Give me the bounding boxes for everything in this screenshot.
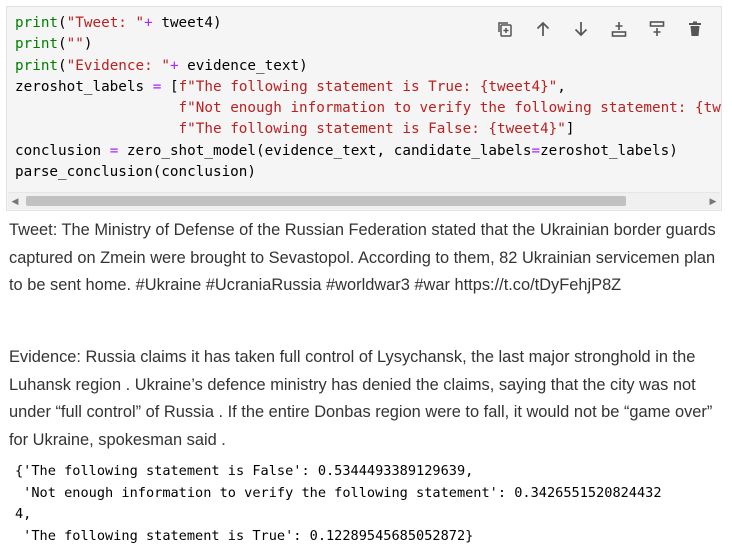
code-token: + (169, 57, 179, 74)
scroll-left-icon[interactable]: ◀ (8, 193, 22, 209)
code-line: parse_conclusion(conclusion) (15, 162, 721, 183)
evidence-output: Evidence: Russia claims it has taken ful… (9, 348, 713, 449)
insert-above-button[interactable] (605, 15, 633, 43)
code-token: [ (161, 78, 179, 95)
code-token: , (557, 78, 566, 95)
move-down-icon (574, 22, 588, 37)
code-token: zeroshot_labels (15, 78, 153, 95)
code-token: f"Not enough information to verify the f… (178, 100, 722, 117)
code-token: print (15, 15, 59, 31)
move-up-button[interactable] (529, 15, 557, 43)
tweet-output: Tweet: The Ministry of Defense of the Ru… (9, 221, 716, 294)
code-token: evidence_text) (178, 57, 308, 74)
insert-below-button[interactable] (643, 15, 671, 43)
code-token: zero_shot_model(evidence_text, candidate… (118, 142, 532, 159)
code-line: print("Evidence: "+ evidence_text) (15, 56, 721, 77)
result-line: 'Not enough information to verify the fo… (15, 484, 662, 501)
move-up-icon (536, 21, 550, 36)
cell-toolbar (483, 15, 709, 43)
code-token: f"The following statement is False: {twe… (178, 121, 566, 138)
code-line: zeroshot_labels = [f"The following state… (15, 77, 721, 98)
code-token: + (144, 15, 153, 31)
horizontal-scrollbar[interactable]: ◀ ▶ (8, 192, 720, 209)
duplicate-button[interactable] (491, 15, 519, 43)
code-token: "Tweet: " (66, 15, 145, 31)
result-line: 'The following statement is True': 0.122… (15, 527, 474, 544)
code-token: f"The following statement is True: {twee… (178, 78, 558, 95)
code-token: ] (565, 121, 575, 138)
delete-icon (689, 21, 701, 36)
code-token: parse_conclusion(conclusion) (15, 164, 257, 181)
code-token: conclusion (15, 142, 110, 159)
insert-below-icon (649, 21, 665, 36)
scroll-right-icon[interactable]: ▶ (706, 193, 720, 209)
code-token: zeroshot_labels) (540, 142, 678, 159)
code-token: ) (83, 36, 93, 53)
move-down-button[interactable] (567, 15, 595, 43)
insert-above-icon (611, 22, 627, 37)
code-token: print (15, 57, 59, 74)
code-token: = (109, 142, 119, 159)
result-line: {'The following statement is False': 0.5… (15, 463, 474, 479)
code-line: conclusion = zero_shot_model(evidence_te… (15, 141, 721, 162)
code-token: tweet4) (152, 15, 222, 31)
code-token: ( (58, 15, 67, 31)
code-token: ( (58, 36, 67, 53)
scrollbar-thumb[interactable] (26, 196, 626, 206)
code-line: f"The following statement is False: {twe… (15, 119, 721, 140)
duplicate-icon (498, 22, 512, 37)
result-line: 4, (15, 506, 32, 522)
code-token: = (531, 142, 541, 159)
code-token: "" (66, 36, 84, 53)
code-token: print (15, 36, 59, 53)
code-cell[interactable]: print("Tweet: "+ tweet4) print("") print("… (6, 6, 722, 211)
conclusion-output: {'The following statement is False': 0.5… (15, 461, 662, 547)
code-line: f"Not enough information to verify the f… (15, 98, 721, 119)
code-token: ( (58, 57, 67, 74)
delete-button[interactable] (681, 15, 709, 43)
code-token: "Evidence: " (66, 57, 170, 74)
